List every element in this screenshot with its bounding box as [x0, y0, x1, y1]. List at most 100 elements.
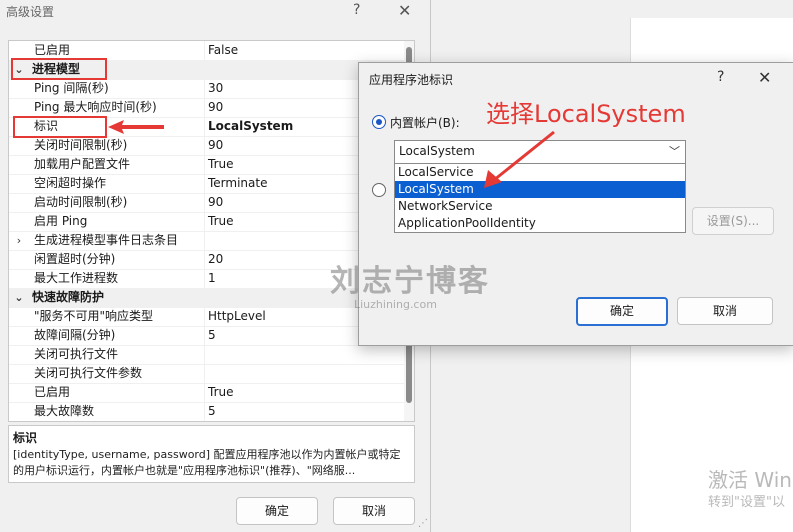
column-divider [204, 41, 205, 60]
property-name: Ping 间隔(秒) [34, 81, 109, 95]
ok-button[interactable]: 确定 [236, 497, 318, 525]
property-row[interactable]: 已启用 True [9, 383, 404, 403]
column-divider [204, 345, 205, 364]
dialog-title: 应用程序池标识 [369, 73, 454, 87]
property-name: 空闲超时操作 [34, 176, 107, 190]
cancel-button[interactable]: 取消 [677, 297, 773, 325]
property-name: 闲置超时(分钟) [34, 252, 116, 266]
left-arrow-icon [108, 120, 164, 134]
property-value[interactable]: 30 [208, 79, 223, 98]
property-name: 生成进程模型事件日志条目 [34, 233, 179, 247]
column-divider [204, 269, 205, 288]
builtin-account-label: 内置帐户(B): [390, 116, 460, 130]
property-name: 已启用 [34, 385, 71, 399]
watermark: 刘志宁博客 Liuzhining.com [330, 256, 490, 311]
description-title: 标识 [13, 431, 38, 445]
property-row[interactable]: 最大故障数 5 [9, 402, 404, 421]
background-divider [630, 345, 631, 510]
custom-account-radio[interactable] [372, 183, 386, 197]
close-button[interactable]: ✕ [758, 68, 771, 87]
property-name: 关闭可执行文件参数 [34, 366, 143, 380]
property-value[interactable]: 20 [208, 250, 223, 269]
activation-line2: 转到"设置"以 [708, 495, 785, 510]
property-row[interactable]: 故障间隔(分钟) 5 [9, 326, 404, 346]
close-button[interactable]: ✕ [398, 1, 411, 20]
column-divider [204, 212, 205, 231]
builtin-account-radio[interactable] [372, 115, 386, 129]
column-divider [204, 98, 205, 117]
property-name: 关闭可执行文件 [34, 347, 119, 361]
title-bar: 高级设置 ? ✕ [0, 0, 430, 24]
highlight-box-process-model [11, 58, 107, 80]
property-value[interactable]: 90 [208, 98, 223, 117]
property-value[interactable]: Terminate [208, 174, 267, 193]
property-value[interactable]: True [208, 383, 234, 402]
property-name: "服务不可用"响应类型 [34, 309, 154, 323]
property-row[interactable]: 关闭时间限制(秒) 90 [9, 136, 404, 156]
column-divider [204, 117, 205, 136]
help-button[interactable]: ? [717, 69, 724, 85]
property-name: Ping 最大响应时间(秒) [34, 100, 157, 114]
property-name: 关闭时间限制(秒) [34, 138, 128, 152]
property-row[interactable]: 关闭可执行文件 [9, 345, 404, 365]
help-button[interactable]: ? [353, 2, 360, 18]
property-value[interactable]: 5 [208, 326, 216, 345]
property-row[interactable]: Ping 间隔(秒) 30 [9, 79, 404, 99]
column-divider [204, 402, 205, 421]
dialog-title: 高级设置 [6, 5, 55, 19]
activation-line1: 激活 Win [708, 468, 792, 492]
property-name: 最大故障数 [34, 404, 95, 418]
property-value[interactable]: True [208, 212, 234, 231]
property-value[interactable]: 1 [208, 269, 216, 288]
column-divider [204, 231, 205, 250]
property-name: 故障间隔(分钟) [34, 328, 116, 342]
property-value[interactable]: LocalSystem [208, 117, 293, 136]
property-name: 最大工作进程数 [34, 271, 119, 285]
column-divider [204, 79, 205, 98]
dropdown-option[interactable]: ApplicationPoolIdentity [395, 215, 685, 232]
property-value[interactable]: True [208, 155, 234, 174]
highlight-box-identity [13, 116, 107, 138]
property-grid: 已启用 False ⌄ 进程模型 Ping 间隔(秒) 30 Ping 最大响应时间(秒) 9… [8, 40, 415, 422]
column-divider [204, 250, 205, 269]
ok-button[interactable]: 确定 [576, 297, 668, 326]
column-divider [204, 193, 205, 212]
property-name: 启动时间限制(秒) [34, 195, 128, 209]
column-divider [204, 326, 205, 345]
property-row[interactable]: 加载用户配置文件 True [9, 155, 404, 175]
annotation-text: 选择LocalSystem [486, 100, 686, 128]
column-divider [204, 155, 205, 174]
property-value[interactable]: 90 [208, 136, 223, 155]
chevron-down-icon[interactable]: ⌄ [13, 288, 25, 307]
column-divider [204, 174, 205, 193]
chevron-right-icon[interactable]: › [13, 231, 25, 250]
property-row[interactable]: Ping 最大响应时间(秒) 90 [9, 98, 404, 118]
column-divider [204, 383, 205, 402]
property-name: 加载用户配置文件 [34, 157, 131, 171]
chevron-down-icon[interactable]: ﹀ [669, 143, 680, 159]
windows-activation-notice: 激活 Win 转到"设置"以 [708, 468, 792, 512]
cancel-button[interactable]: 取消 [333, 497, 415, 525]
property-row[interactable]: 启用 Ping True [9, 212, 404, 232]
property-row[interactable]: 关闭可执行文件参数 [9, 364, 404, 384]
property-row[interactable]: 空闲超时操作 Terminate [9, 174, 404, 194]
description-panel: 标识 [identityType, username, password] 配置… [8, 425, 415, 483]
resize-grip-icon[interactable]: ⋰ [418, 518, 428, 529]
column-divider [204, 364, 205, 383]
description-text: [identityType, username, password] 配置应用程… [13, 448, 401, 477]
watermark-title: 刘志宁博客 [330, 264, 490, 299]
column-divider [204, 136, 205, 155]
set-credentials-button[interactable]: 设置(S)... [692, 207, 774, 235]
property-name: 快速故障防护 [32, 290, 105, 304]
annotation-arrow-icon [484, 130, 555, 188]
property-name: 启用 Ping [34, 214, 88, 228]
property-value[interactable]: 90 [208, 193, 223, 212]
select-value: LocalSystem [399, 144, 475, 158]
dropdown-option[interactable]: NetworkService [395, 198, 685, 215]
property-value[interactable]: 5 [208, 402, 216, 421]
property-row[interactable]: 启动时间限制(秒) 90 [9, 193, 404, 213]
property-row[interactable]: › 生成进程模型事件日志条目 [9, 231, 404, 251]
property-value[interactable]: False [208, 41, 238, 60]
property-value[interactable]: HttpLevel [208, 307, 266, 326]
column-divider [204, 307, 205, 326]
